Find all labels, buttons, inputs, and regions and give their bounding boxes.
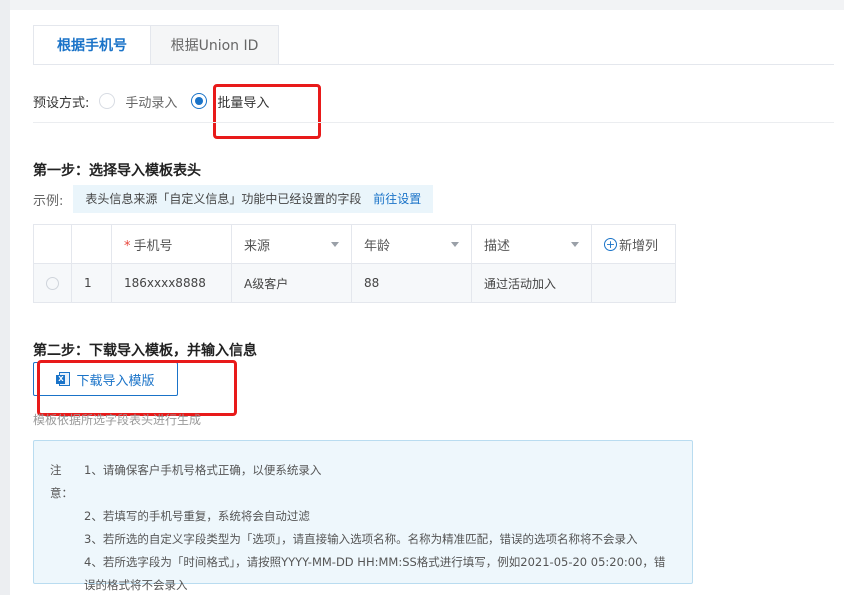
row-empty-cell [591, 263, 676, 303]
notice-text-5: 误的格式将不会录入 [84, 578, 188, 592]
row-age: 88 [351, 263, 472, 303]
row-index: 1 [71, 263, 112, 303]
header-source-label: 来源 [244, 238, 271, 254]
step1-title: 第一步：选择导入模板表头 [33, 163, 201, 179]
header-age[interactable]: 年龄 [351, 224, 472, 264]
row-select-cell[interactable] [33, 263, 72, 303]
example-info-text: 表头信息来源「自定义信息」功能中已经设置的字段 [85, 192, 362, 206]
add-column-button[interactable]: + 新增列 [604, 235, 663, 254]
tabs-divider [33, 64, 834, 65]
header-phone-label: 手机号 [133, 238, 173, 254]
plus-circle-icon: + [604, 237, 617, 251]
table-header-row: * 手机号 来源 年龄 描述 + 新增列 [33, 224, 676, 264]
chevron-down-icon[interactable] [571, 241, 579, 247]
notice-text-4: 4、若所选字段为「时间格式」，请按照YYYY-MM-DD HH:MM:SS格式进… [84, 555, 666, 569]
tab-by-phone[interactable]: 根据手机号 [33, 25, 151, 65]
radio-manual-circle[interactable] [99, 93, 116, 109]
left-edge [0, 0, 10, 595]
notice-text-2: 2、若填写的手机号重复，系统将会自动过滤 [84, 509, 310, 523]
notice-line-1: 注意： 1、请确保客户手机号格式正确，以便系统录入 [50, 459, 680, 505]
template-header-table: * 手机号 来源 年龄 描述 + 新增列 1 186xxxx8888 A级客户 8… [33, 224, 676, 303]
preset-mode-label: 预设方式: [33, 95, 90, 111]
header-add-column-cell: + 新增列 [591, 224, 676, 264]
row-source: A级客户 [231, 263, 352, 303]
row-description: 通过活动加入 [471, 263, 592, 303]
row-phone: 186xxxx8888 [111, 263, 232, 303]
tab-bar: 根据手机号 根据Union ID [33, 25, 279, 65]
example-row: 示例: 表头信息来源「自定义信息」功能中已经设置的字段 前往设置 [33, 185, 434, 213]
radio-manual-entry[interactable]: 手动录入 [99, 92, 177, 111]
chevron-down-icon[interactable] [331, 241, 339, 247]
header-select-cell [33, 224, 72, 264]
preset-mode-row: 预设方式: 手动录入 批量导入 [33, 90, 283, 112]
example-info-box: 表头信息来源「自定义信息」功能中已经设置的字段 前往设置 [73, 185, 434, 213]
notice-text-1: 1、请确保客户手机号格式正确，以便系统录入 [84, 463, 322, 477]
header-description-label: 描述 [484, 238, 511, 254]
add-column-label: 新增列 [619, 238, 659, 254]
header-source[interactable]: 来源 [231, 224, 352, 264]
header-phone: * 手机号 [111, 224, 232, 264]
required-mark: * [124, 238, 131, 254]
notice-text-3: 3、若所选的自定义字段类型为「选项」，请直接输入选项名称。名称为精准匹配，错误的… [84, 532, 638, 546]
go-settings-link[interactable]: 前往设置 [373, 192, 421, 206]
tab-by-union-id[interactable]: 根据Union ID [151, 25, 279, 65]
header-description[interactable]: 描述 [471, 224, 592, 264]
chevron-down-icon[interactable] [451, 241, 459, 247]
header-age-label: 年龄 [364, 238, 391, 254]
download-template-label: 下载导入模版 [76, 373, 155, 389]
excel-icon: X [56, 372, 71, 386]
radio-batch-label: 批量导入 [217, 95, 270, 111]
row-radio[interactable] [46, 276, 59, 290]
radio-batch-import[interactable]: 批量导入 [191, 92, 269, 111]
header-index-cell [71, 224, 112, 264]
radio-manual-label: 手动录入 [125, 95, 178, 111]
template-hint: 模板依据所选字段表头进行生成 [33, 413, 202, 427]
notice-box: 注意： 1、请确保客户手机号格式正确，以便系统录入 2、若填写的手机号重复，系统… [33, 440, 693, 592]
example-label: 示例: [33, 193, 64, 209]
step2-title: 第二步：下载导入模板，并输入信息 [33, 343, 257, 359]
download-template-button[interactable]: X 下载导入模版 [33, 362, 178, 396]
notice-prefix: 注意： [50, 463, 73, 500]
radio-batch-circle[interactable] [191, 93, 208, 109]
table-row: 1 186xxxx8888 A级客户 88 通过活动加入 [33, 263, 676, 303]
section-divider [33, 122, 834, 123]
